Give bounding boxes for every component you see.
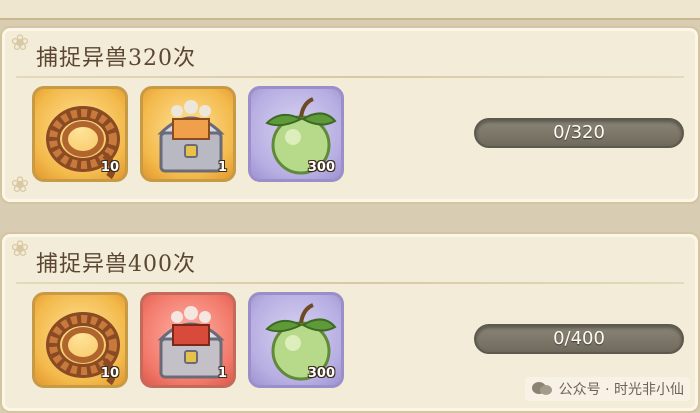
corner-ornament-icon: ❀ [10, 173, 30, 198]
reward-quantity: 10 [100, 366, 119, 381]
title-divider [16, 76, 684, 78]
reward-slot[interactable]: 10 [32, 292, 128, 388]
reward-quantity: 1 [217, 366, 227, 381]
progress-text: 0/400 [553, 328, 605, 349]
watermark-text: 公众号 · 时光非小仙 [558, 382, 684, 398]
reward-slot[interactable]: 10 [32, 86, 128, 182]
progress-bar: 0/400 [474, 324, 684, 354]
task-title: 捕捉异兽400次 [36, 252, 196, 277]
progress-text: 0/320 [553, 122, 605, 143]
reward-slot[interactable]: 1 [140, 86, 236, 182]
reward-quantity: 1 [217, 160, 227, 175]
corner-ornament-icon: ❀ [10, 31, 30, 56]
reward-slot[interactable]: 300 [248, 292, 344, 388]
chat-bubbles-icon [531, 381, 553, 397]
title-divider [16, 282, 684, 284]
reward-quantity: 10 [100, 160, 119, 175]
reward-quantity: 300 [307, 160, 335, 175]
corner-ornament-icon: ❀ [10, 237, 30, 262]
task-title: 捕捉异兽320次 [36, 46, 196, 71]
watermark: 公众号 · 时光非小仙 [524, 377, 690, 401]
reward-slot[interactable]: 300 [248, 86, 344, 182]
reward-quantity: 300 [307, 366, 335, 381]
reward-slot[interactable]: 1 [140, 292, 236, 388]
task-card: ❀ ❀ 捕捉异兽320次 10 1 300 0/320 [0, 26, 700, 204]
progress-bar: 0/320 [474, 118, 684, 148]
previous-card-edge [0, 0, 700, 20]
